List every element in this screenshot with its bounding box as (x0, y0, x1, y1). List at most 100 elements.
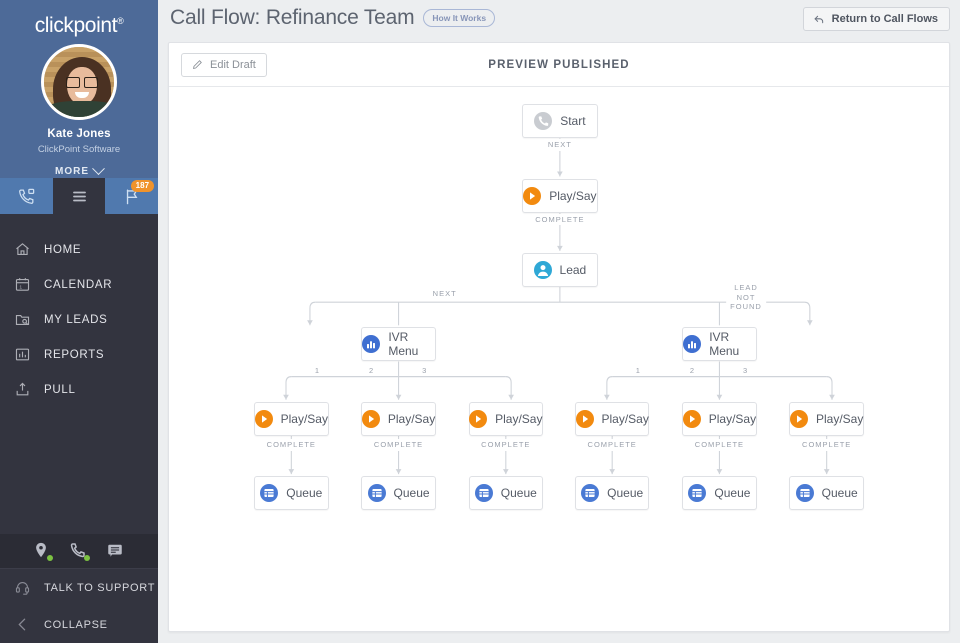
flow-node-label: Queue (607, 486, 643, 500)
flow-node-ivrB[interactable]: IVR Menu (682, 327, 756, 361)
back-arrow-icon (813, 14, 825, 25)
preview-published-label: PREVIEW PUBLISHED (169, 59, 949, 71)
flow-node-label: Play/Say (709, 412, 756, 426)
sidebar-nav: HOME 1 CALENDAR MY LEADS (0, 214, 158, 534)
page-header: Call Flow: Refinance Team How It Works R… (158, 0, 960, 36)
sidebar-item-label: HOME (44, 244, 81, 256)
flow-node-label: Play/Say (388, 412, 435, 426)
talk-to-support-label: TALK TO SUPPORT (44, 582, 155, 594)
flow-node-psB3[interactable]: Play/Say (789, 402, 863, 436)
main-area: Call Flow: Refinance Team How It Works R… (158, 0, 960, 643)
chat-bubble-icon[interactable] (106, 541, 126, 561)
queue-circle-icon (260, 484, 278, 502)
chevron-left-icon (14, 616, 31, 633)
flow-node-qA1[interactable]: Queue (254, 476, 328, 510)
sidebar-item-my-leads[interactable]: MY LEADS (0, 302, 158, 337)
avatar[interactable] (41, 44, 117, 120)
flow-node-qB2[interactable]: Queue (682, 476, 756, 510)
flow-node-label: Play/Say (549, 189, 596, 203)
pencil-icon (192, 59, 203, 70)
flow-node-label: Play/Say (816, 412, 863, 426)
brand-logo: clickpoint® (35, 14, 124, 38)
flow-node-qB3[interactable]: Queue (789, 476, 863, 510)
phone-icon (16, 187, 37, 206)
flow-node-qB1[interactable]: Queue (575, 476, 649, 510)
flow-node-psA3[interactable]: Play/Say (469, 402, 543, 436)
collapse-button[interactable]: COLLAPSE (0, 606, 158, 643)
brand-text: clickpoint (35, 14, 117, 37)
flow-node-psA2[interactable]: Play/Say (361, 402, 435, 436)
queue-circle-icon (796, 484, 814, 502)
ivr-circle-icon (362, 335, 380, 353)
status-icon-bar (0, 534, 158, 568)
flow-node-lead[interactable]: Lead (522, 253, 598, 287)
queue-circle-icon (475, 484, 493, 502)
flow-edge-label: NEXT (429, 288, 461, 300)
person-circle-icon (534, 261, 552, 279)
user-name: Kate Jones (47, 128, 110, 140)
flow-node-psA1[interactable]: Play/Say (254, 402, 328, 436)
how-it-works-button[interactable]: How It Works (423, 9, 495, 27)
flow-branch-number: 1 (632, 366, 644, 375)
home-icon (14, 241, 31, 258)
flow-node-qA2[interactable]: Queue (361, 476, 435, 510)
flow-node-label: Play/Say (281, 412, 328, 426)
headset-support-icon (14, 579, 31, 596)
sidebar-item-reports[interactable]: REPORTS (0, 337, 158, 372)
return-to-call-flows-button[interactable]: Return to Call Flows (803, 7, 950, 31)
edit-draft-button[interactable]: Edit Draft (181, 53, 267, 77)
play-circle-icon (469, 410, 487, 428)
phone-forward-icon[interactable] (69, 541, 89, 561)
flow-node-psB2[interactable]: Play/Say (682, 402, 756, 436)
flow-branch-number: 3 (739, 366, 751, 375)
flow-branch-number: 2 (365, 366, 377, 375)
flow-connectors (169, 88, 949, 631)
call-flow-card: Edit Draft PREVIEW PUBLISHED (168, 42, 950, 632)
play-circle-icon (523, 187, 541, 205)
sidebar-item-home[interactable]: HOME (0, 232, 158, 267)
sidebar-item-calendar[interactable]: 1 CALENDAR (0, 267, 158, 302)
flow-node-label: Start (560, 114, 585, 128)
flow-node-label: Lead (560, 263, 587, 277)
flow-node-ivrA[interactable]: IVR Menu (361, 327, 435, 361)
flow-node-label: Play/Say (602, 412, 649, 426)
return-button-label: Return to Call Flows (832, 13, 938, 25)
flow-node-label: Queue (394, 486, 430, 500)
play-circle-icon (255, 410, 273, 428)
sidebar-profile: clickpoint® Kate Jones ClickPoint Softwa… (0, 0, 158, 178)
flow-node-label: Queue (714, 486, 750, 500)
play-circle-icon (790, 410, 808, 428)
sidebar-item-pull[interactable]: PULL (0, 372, 158, 407)
leads-folder-icon (14, 311, 31, 328)
chevron-down-icon (92, 162, 105, 175)
flow-node-label: Play/Say (495, 412, 542, 426)
flow-branch-number: 1 (311, 366, 323, 375)
talk-to-support-button[interactable]: TALK TO SUPPORT (0, 569, 158, 606)
phone-circle-icon (534, 112, 552, 130)
flow-node-qA3[interactable]: Queue (469, 476, 543, 510)
brand-registered-mark: ® (117, 16, 123, 26)
more-toggle[interactable]: MORE (55, 166, 103, 177)
flags-tab[interactable]: 187 (105, 178, 158, 214)
location-pin-icon[interactable] (32, 541, 52, 561)
flow-edge-label: COMPLETE (584, 439, 641, 451)
flow-node-start[interactable]: Start (522, 104, 598, 138)
chat-bubble-glyph (106, 541, 124, 559)
flow-branch-number: 3 (418, 366, 430, 375)
sidebar: clickpoint® Kate Jones ClickPoint Softwa… (0, 0, 158, 643)
flow-node-psB1[interactable]: Play/Say (575, 402, 649, 436)
flow-node-play1[interactable]: Play/Say (522, 179, 598, 213)
user-company: ClickPoint Software (38, 144, 120, 155)
flow-canvas[interactable]: Start Play/Say Lead IVR Menu IVR Menu Play/Sa… (169, 88, 949, 631)
flow-edge-label: COMPLETE (691, 439, 748, 451)
app-root: clickpoint® Kate Jones ClickPoint Softwa… (0, 0, 960, 643)
svg-text:1: 1 (19, 284, 22, 290)
play-circle-icon (576, 410, 594, 428)
flow-edge-label: NEXT (544, 139, 576, 151)
hamburger-icon (69, 187, 90, 206)
calls-tab[interactable] (0, 178, 53, 214)
menu-tab[interactable] (53, 178, 106, 214)
flow-node-label: Queue (822, 486, 858, 500)
flow-edge-label: LEAD NOT FOUND (726, 282, 766, 313)
card-toolbar: Edit Draft PREVIEW PUBLISHED (169, 43, 949, 87)
